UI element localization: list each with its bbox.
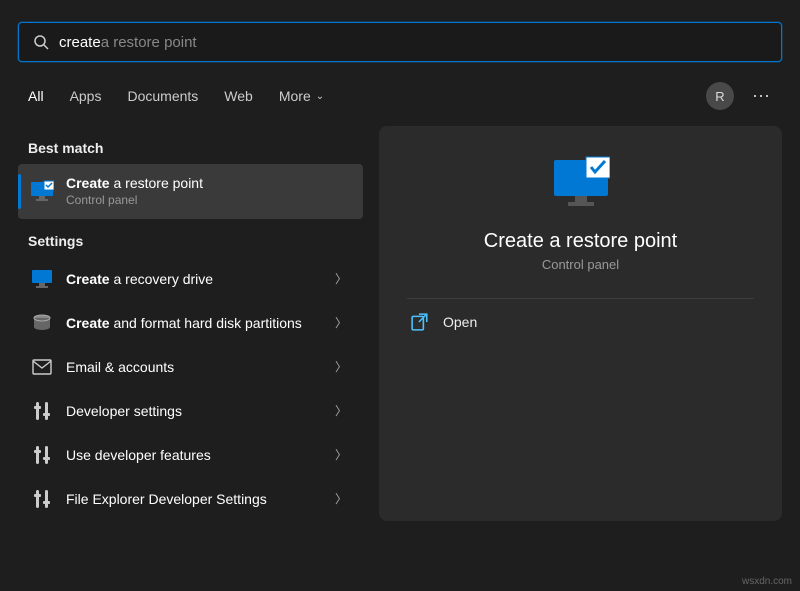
action-open-label: Open [443, 314, 477, 330]
open-icon [411, 313, 429, 331]
settings-result[interactable]: Email & accounts〉 [18, 345, 363, 389]
section-settings: Settings [18, 219, 363, 257]
chevron-down-icon: ⌄ [316, 91, 324, 102]
section-best-match: Best match [18, 126, 363, 164]
chevron-right-icon: 〉 [331, 358, 351, 375]
tools-icon [30, 399, 54, 423]
settings-result[interactable]: File Explorer Developer Settings〉 [18, 477, 363, 521]
result-subtitle: Control panel [66, 193, 351, 209]
preview-title: Create a restore point [399, 230, 762, 253]
preview-app-icon [399, 156, 762, 208]
tab-all[interactable]: All [28, 74, 44, 118]
filter-tabs: All Apps Documents Web More⌄ R ⋯ [0, 74, 800, 118]
monitor-icon [30, 267, 54, 291]
results-panel: Best match Create a restore point Contro… [18, 126, 363, 521]
user-avatar[interactable]: R [706, 82, 734, 110]
settings-result[interactable]: Create a recovery drive〉 [18, 257, 363, 301]
chevron-right-icon: 〉 [331, 446, 351, 463]
disk-icon [30, 311, 54, 335]
mail-icon [30, 355, 54, 379]
search-icon [33, 34, 49, 50]
tab-apps[interactable]: Apps [70, 74, 102, 118]
result-title: Email & accounts [66, 358, 331, 376]
tools-icon [30, 487, 54, 511]
search-box[interactable]: create a restore point [18, 22, 782, 62]
result-title: Create a restore point [66, 174, 351, 192]
settings-result[interactable]: Developer settings〉 [18, 389, 363, 433]
settings-result[interactable]: Create and format hard disk partitions〉 [18, 301, 363, 345]
tab-more[interactable]: More⌄ [279, 74, 324, 118]
result-title: Create and format hard disk partitions [66, 314, 331, 332]
tab-web[interactable]: Web [224, 74, 253, 118]
result-title: Developer settings [66, 402, 331, 420]
chevron-right-icon: 〉 [331, 402, 351, 419]
action-open[interactable]: Open [399, 299, 762, 345]
result-best-match[interactable]: Create a restore point Control panel [18, 164, 363, 219]
preview-panel: Create a restore point Control panel Ope… [379, 126, 782, 521]
result-title: File Explorer Developer Settings [66, 490, 331, 508]
chevron-right-icon: 〉 [331, 270, 351, 287]
more-options-button[interactable]: ⋯ [752, 86, 772, 107]
chevron-right-icon: 〉 [331, 314, 351, 331]
chevron-right-icon: 〉 [331, 490, 351, 507]
watermark: wsxdn.com [742, 576, 792, 587]
result-title: Use developer features [66, 446, 331, 464]
tools-icon [30, 443, 54, 467]
settings-result[interactable]: Use developer features〉 [18, 433, 363, 477]
search-suggestion: a restore point [101, 34, 197, 51]
result-title: Create a recovery drive [66, 270, 331, 288]
tab-documents[interactable]: Documents [127, 74, 198, 118]
preview-subtitle: Control panel [399, 257, 762, 272]
search-typed: create [59, 34, 101, 51]
monitor-icon [30, 179, 54, 203]
